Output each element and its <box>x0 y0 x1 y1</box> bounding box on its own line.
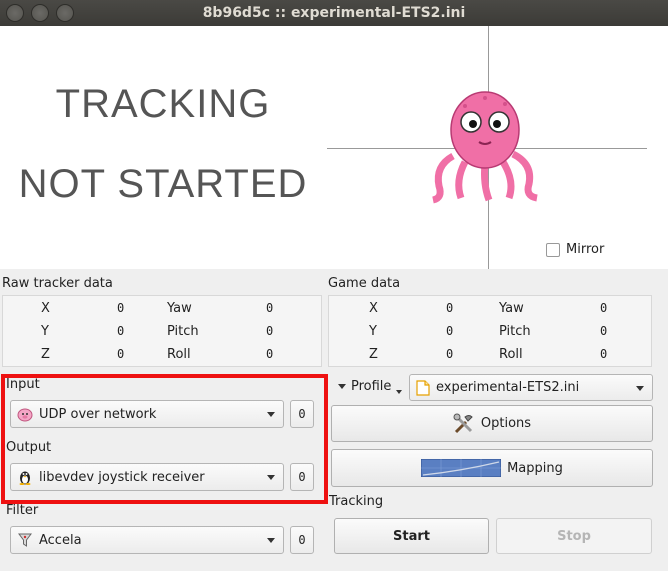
document-icon <box>416 379 430 396</box>
minimize-window-button[interactable] <box>31 4 49 22</box>
raw-tracker-grid: X 0 Yaw 0 Y 0 Pitch 0 Z 0 Roll 0 <box>2 295 322 367</box>
raw-yaw-value: 0 <box>266 301 274 315</box>
chevron-down-icon <box>636 386 644 391</box>
game-pitch-label: Pitch <box>499 324 531 339</box>
raw-z-label: Z <box>41 347 50 362</box>
tracking-view-panel: TRACKING NOT STARTED Mirror <box>0 26 668 269</box>
game-z-value: 0 <box>446 347 454 361</box>
game-x-label: X <box>369 301 378 316</box>
funnel-icon <box>18 533 32 547</box>
octopus-icon <box>432 91 538 204</box>
raw-y-label: Y <box>41 324 49 339</box>
status-line-2: NOT STARTED <box>18 162 308 206</box>
window-title: 8b96d5c :: experimental-ETS2.ini <box>202 5 466 21</box>
mapping-label: Mapping <box>507 460 563 476</box>
main-window: 8b96d5c :: experimental-ETS2.ini TRACKIN… <box>0 0 668 571</box>
raw-pitch-label: Pitch <box>167 324 199 339</box>
status-line-1: TRACKING <box>55 82 271 126</box>
filter-settings-button[interactable]: 0 <box>290 526 314 554</box>
game-y-label: Y <box>369 324 377 339</box>
mapping-button[interactable]: Mapping <box>331 449 653 487</box>
game-roll-label: Roll <box>499 347 523 362</box>
raw-yaw-label: Yaw <box>167 301 192 316</box>
profile-select[interactable]: experimental-ETS2.ini <box>409 374 653 401</box>
profile-selected: experimental-ETS2.ini <box>436 380 580 395</box>
game-yaw-label: Yaw <box>499 301 524 316</box>
game-pitch-value: 0 <box>600 324 608 338</box>
chevron-down-icon <box>396 389 403 394</box>
input-output-highlight <box>1 374 328 504</box>
mirror-checkbox[interactable] <box>546 242 560 257</box>
raw-pitch-value: 0 <box>266 324 274 338</box>
start-button[interactable]: Start <box>334 518 489 554</box>
chevron-down-icon <box>267 538 275 543</box>
stop-button[interactable]: Stop <box>496 518 652 554</box>
game-yaw-value: 0 <box>600 301 608 315</box>
filter-label: Filter <box>6 503 39 518</box>
options-label: Options <box>480 416 532 431</box>
profile-label: Profile <box>351 379 392 394</box>
raw-tracker-title: Raw tracker data <box>2 276 113 291</box>
game-data-title: Game data <box>328 276 401 291</box>
game-data-grid: X 0 Yaw 0 Y 0 Pitch 0 Z 0 Roll 0 <box>328 295 652 367</box>
title-bar: 8b96d5c :: experimental-ETS2.ini <box>0 0 668 26</box>
filter-select[interactable]: Accela <box>10 526 284 554</box>
raw-z-value: 0 <box>117 347 125 361</box>
mapping-curve-icon <box>421 459 502 477</box>
tools-icon <box>453 413 473 433</box>
filter-selected: Accela <box>39 532 82 548</box>
game-roll-value: 0 <box>600 347 608 361</box>
close-window-button[interactable] <box>6 4 24 22</box>
options-button[interactable]: Options <box>331 405 653 442</box>
game-y-value: 0 <box>446 324 454 338</box>
raw-roll-value: 0 <box>266 347 274 361</box>
game-x-value: 0 <box>446 301 454 315</box>
profile-menu[interactable]: Profile <box>338 379 403 394</box>
mirror-toggle[interactable]: Mirror <box>546 242 604 257</box>
raw-x-label: X <box>41 301 50 316</box>
tracking-label: Tracking <box>329 494 384 509</box>
maximize-window-button[interactable] <box>56 4 74 22</box>
mirror-label: Mirror <box>566 242 605 257</box>
raw-y-value: 0 <box>117 324 125 338</box>
raw-roll-label: Roll <box>167 347 191 362</box>
game-z-label: Z <box>369 347 378 362</box>
raw-x-value: 0 <box>117 301 125 315</box>
chevron-down-icon <box>338 384 346 389</box>
